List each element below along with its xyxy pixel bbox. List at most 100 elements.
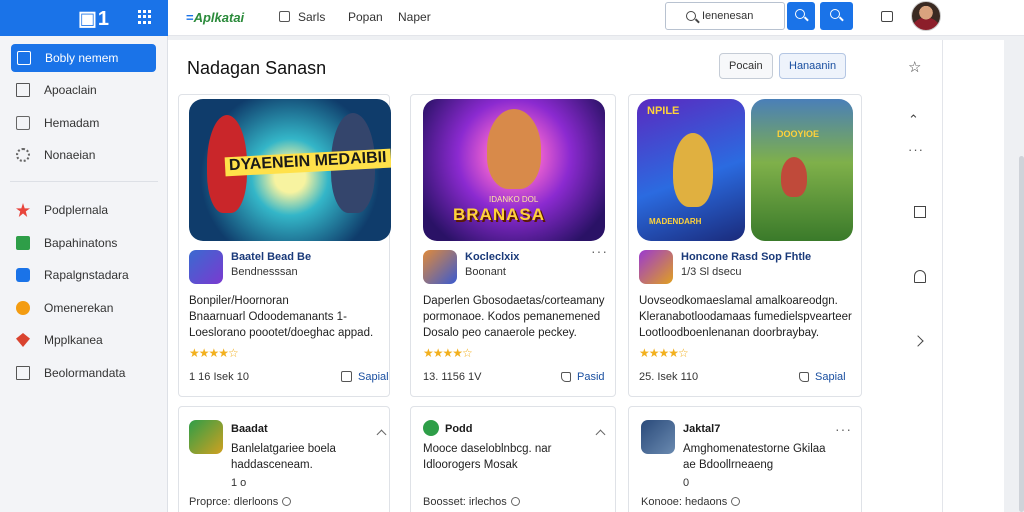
search-icon	[795, 9, 805, 19]
app-name[interactable]: Kocleclxix	[465, 251, 519, 263]
square-icon[interactable]	[914, 206, 926, 218]
footer-text: Proprce: dlerloons	[189, 496, 279, 508]
search-submit-button[interactable]	[820, 2, 853, 30]
share-icon[interactable]: ⌃	[908, 112, 919, 128]
hero-image[interactable]: DYAENEIN MEDAIBII	[189, 99, 391, 241]
desc-line: Daperlen Gbosodaetas/corteamany	[423, 295, 605, 307]
hero-image[interactable]: DOOYIOE	[751, 99, 853, 241]
hero-subtitle: IDANKO DOL	[489, 195, 539, 204]
sidebar-item-label: Podplernala	[44, 203, 109, 217]
avatar[interactable]	[911, 1, 941, 31]
info-icon[interactable]	[731, 497, 741, 506]
app-description: Banlelatgariee boela haddasceneam.	[231, 441, 336, 473]
apps-grid-icon[interactable]	[138, 10, 152, 24]
app-description: Uovseodkomaeslamal amalkoareodgn. Kleran…	[639, 293, 852, 341]
brand-name: Aplkatai	[193, 10, 245, 25]
hero-subtitle: MADENDARH	[649, 217, 702, 226]
chevron-up-icon[interactable]	[376, 429, 387, 440]
search-button[interactable]	[787, 2, 815, 30]
nav-item-1[interactable]: Popan	[348, 10, 383, 24]
hero-title: BRANASA	[453, 205, 545, 224]
header-button-0[interactable]: Pocain	[719, 53, 773, 79]
chevron-up-icon[interactable]	[595, 429, 606, 440]
hero-title: NPILE	[647, 105, 680, 117]
info-icon[interactable]	[282, 497, 292, 506]
sidebar-item-6[interactable]: Rapalgnstadara	[0, 259, 168, 291]
rating-stars: ★★★★☆	[423, 346, 473, 360]
nav-item-0[interactable]: Sarls	[279, 10, 325, 24]
app-name[interactable]: Podd	[445, 423, 473, 435]
app-card-2[interactable]: NPILE MADENDARH DOOYIOE Honcone Rasd Sop…	[628, 94, 862, 397]
bookmark-icon[interactable]	[914, 270, 926, 283]
desc-line: Amghomenatestorne Gkilaa	[683, 443, 826, 455]
search-input[interactable]: Ienenesan	[665, 2, 785, 30]
sidebar-item-label: Nonaeian	[44, 148, 96, 162]
hero-image[interactable]: NPILE MADENDARH	[637, 99, 745, 241]
search-icon	[686, 11, 696, 21]
rating-stars: ★★★★☆	[639, 346, 689, 360]
footer-text: Boosset: irlechos	[423, 496, 507, 508]
app-name[interactable]: Baatel Bead Be	[231, 251, 311, 263]
scrollbar[interactable]	[1019, 156, 1024, 512]
app-icon	[189, 250, 223, 284]
app-name[interactable]: Honcone Rasd Sop Fhtle	[681, 251, 811, 263]
app-card-1[interactable]: IDANKO DOL BRANASA Kocleclxix Boonant ··…	[410, 94, 616, 397]
hero-image[interactable]: IDANKO DOL BRANASA	[423, 99, 605, 241]
action-label: Sapial	[815, 371, 846, 383]
more-icon[interactable]: ···	[591, 243, 608, 259]
sidebar-item-3[interactable]: Nonaeian	[0, 139, 168, 171]
app-meta: 1 16 Isek 10	[189, 371, 249, 383]
like-button[interactable]: Sapial	[799, 371, 846, 383]
right-rail	[942, 40, 1024, 512]
desc-line: Bnaarnuarl Odoodemanants 1-	[189, 311, 347, 323]
app-description: Mooce daseloblnbcg. nar Idloorogers Mosa…	[423, 441, 552, 473]
sidebar-item-9[interactable]: Beolormandata	[0, 357, 168, 389]
sidebar-list: Bobly nemem Apoaclain Hemadam Nonaeian P…	[0, 44, 168, 389]
checkbox-icon	[341, 371, 352, 382]
info-icon[interactable]	[510, 497, 520, 506]
app-meta: 25. Isek 110	[639, 371, 699, 383]
sidebar-item-8[interactable]: Mpplkanea	[0, 324, 168, 356]
sidebar-item-2[interactable]: Hemadam	[0, 107, 168, 139]
more-icon[interactable]: ···	[835, 421, 852, 437]
save-button[interactable]: Sapial	[341, 371, 389, 383]
more-icon[interactable]: ···	[908, 142, 924, 157]
nav-item-2[interactable]: Naper	[398, 10, 431, 24]
app-card-4[interactable]: Podd Mooce daseloblnbcg. nar Idloorogers…	[410, 406, 616, 512]
app-icon	[423, 250, 457, 284]
app-name[interactable]: Jaktal7	[683, 423, 720, 435]
blue-app-icon	[16, 268, 30, 282]
page-title: Nadagan Sanasn	[187, 58, 327, 78]
brand-prefix: =	[186, 10, 194, 25]
card-footer: Boosset: irlechos	[423, 496, 520, 508]
app-card-0[interactable]: DYAENEIN MEDAIBII Baatel Bead Be Bendnes…	[178, 94, 391, 397]
app-subtitle: 1/3 Sl dsecu	[681, 266, 742, 278]
sidebar-item-5[interactable]: Bapahinatons	[0, 227, 168, 259]
like-button[interactable]: Pasid	[561, 371, 605, 383]
sidebar-item-4[interactable]: Podplernala	[0, 194, 168, 226]
sidebar-item-0[interactable]: Bobly nemem	[11, 44, 156, 72]
sidebar-logo-bar: ▣1	[0, 0, 168, 36]
app-meta: 13. 1156 1V	[423, 371, 482, 383]
sidebar-item-label: Bapahinatons	[44, 235, 118, 250]
frame-icon	[16, 83, 30, 97]
footer-text: Konooe: hedaons	[641, 496, 728, 508]
star-icon[interactable]: ☆	[908, 58, 921, 76]
card-footer: Proprce: dlerloons	[189, 496, 292, 508]
search-icon	[830, 9, 840, 19]
header-button-1[interactable]: Hanaanin	[779, 53, 847, 79]
desc-line: Kleranabotloodamaas fumedielspvearteer	[639, 311, 852, 323]
sidebar-item-1[interactable]: Apoaclain	[0, 74, 168, 106]
brand-logo[interactable]: =Aplkatai	[186, 10, 244, 25]
app-card-3[interactable]: Baadat Banlelatgariee boela haddasceneam…	[178, 406, 390, 512]
window-icon[interactable]	[881, 11, 893, 22]
main-panel: Nadagan Sanasn Pocain Hanaanin DYAENEIN …	[168, 40, 942, 512]
app-card-5[interactable]: Jaktal7 ··· Amghomenatestorne Gkilaa ae …	[628, 406, 862, 512]
rating-stars: ★★★★☆	[189, 346, 239, 360]
sidebar-item-label: Hemadam	[44, 115, 100, 130]
sidebar-divider	[10, 181, 158, 182]
app-logo-icon[interactable]: ▣1	[78, 6, 110, 31]
desc-line: ae Bdoollrneaeng	[683, 459, 774, 471]
app-name[interactable]: Baadat	[231, 423, 268, 435]
sidebar-item-7[interactable]: Omenerekan	[0, 292, 168, 324]
